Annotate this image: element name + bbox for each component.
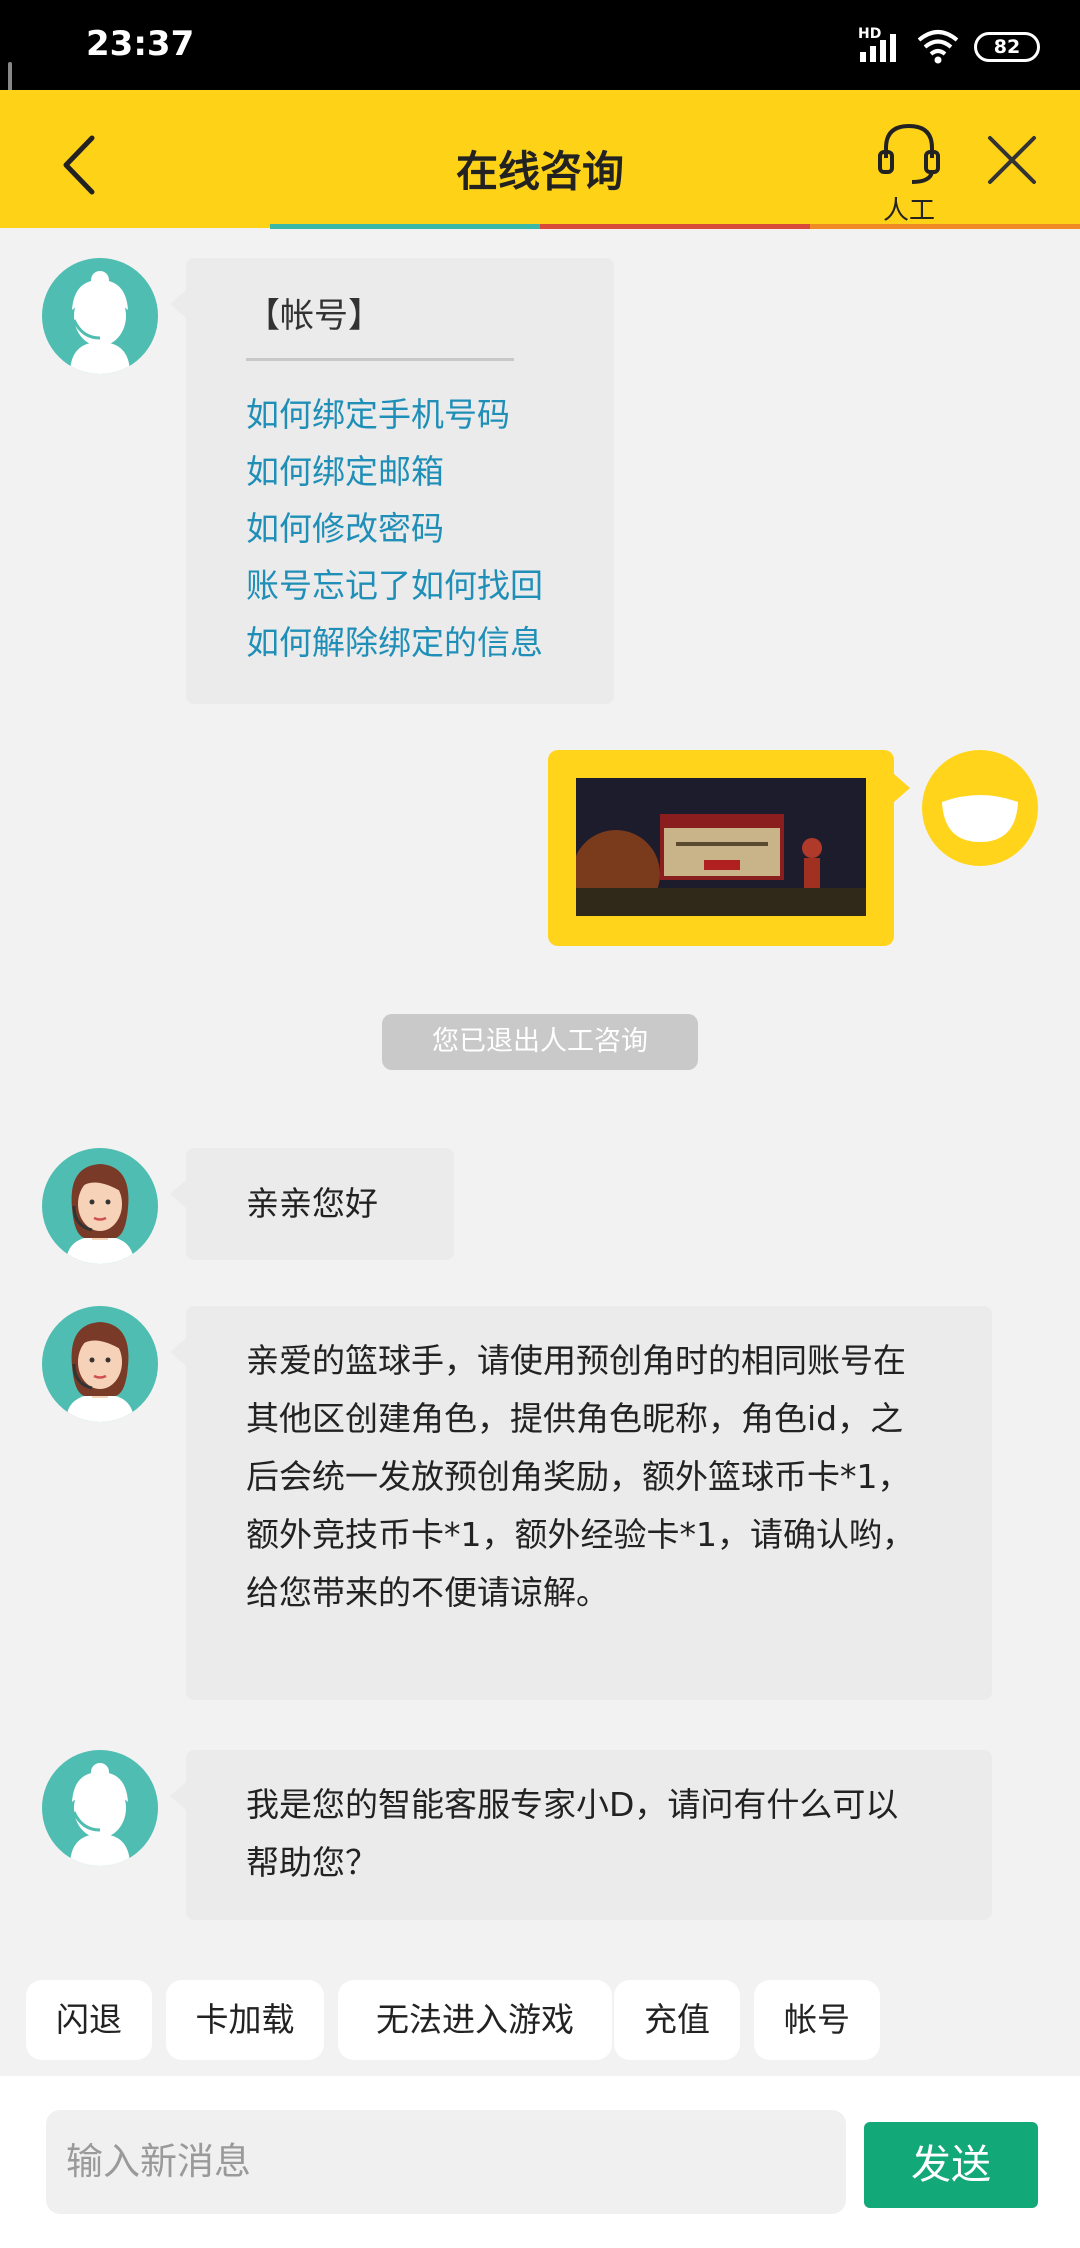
agent-message-bubble: 亲爱的篮球手，请使用预创角时的相同账号在其他区创建角色，提供角色昵称，角色id，… — [170, 1306, 992, 1700]
header-accent-teal — [270, 224, 540, 229]
faq-menu-bubble: 【帐号】 如何绑定手机号码 如何绑定邮箱 如何修改密码 账号忘记了如何找回 如何… — [170, 258, 614, 704]
human-agent-label: 人工 — [882, 196, 935, 226]
app-header: 在线咨询 人工 — [0, 90, 1080, 228]
bot-avatar — [42, 258, 158, 374]
quick-reply-chip[interactable]: 闪退 — [26, 1980, 152, 2060]
agent-message-text: 亲爱的篮球手，请使用预创角时的相同账号在其他区创建角色，提供角色昵称，角色id，… — [246, 1341, 915, 1612]
faq-link[interactable]: 如何绑定手机号码 — [246, 386, 543, 443]
bot-avatar — [42, 1750, 158, 1866]
message-composer: 输入新消息 发送 — [0, 2076, 1080, 2248]
faq-menu-heading: 【帐号】 — [246, 296, 382, 336]
wifi-icon — [917, 30, 959, 64]
faq-menu-divider — [246, 358, 514, 361]
human-agent-button[interactable]: 人工 — [872, 118, 946, 226]
quick-reply-chip[interactable]: 卡加载 — [166, 1980, 324, 2060]
faq-link[interactable]: 账号忘记了如何找回 — [246, 557, 543, 614]
agent-message-text: 亲亲您好 — [246, 1184, 378, 1223]
screenshot-thumbnail — [576, 778, 866, 916]
message-input[interactable]: 输入新消息 — [46, 2110, 846, 2214]
system-notice: 您已退出人工咨询 — [382, 1014, 698, 1070]
user-avatar — [922, 750, 1038, 866]
header-accent-orange — [810, 224, 1080, 229]
headset-icon — [878, 123, 940, 184]
quick-reply-chip[interactable]: 帐号 — [754, 1980, 880, 2060]
bot-message-bubble: 我是您的智能客服专家小D，请问有什么可以帮助您？ — [170, 1750, 992, 1920]
header-accent-red — [540, 224, 810, 229]
faq-link[interactable]: 如何修改密码 — [246, 500, 543, 557]
faq-link[interactable]: 如何绑定邮箱 — [246, 443, 543, 500]
signal-icon — [860, 34, 896, 62]
status-bar: 23:37 HD 82 — [0, 0, 1080, 90]
quick-reply-chip[interactable]: 充值 — [614, 1980, 740, 2060]
agent-avatar — [42, 1148, 158, 1264]
send-button[interactable]: 发送 — [864, 2122, 1038, 2208]
user-image-message[interactable] — [548, 750, 910, 946]
faq-link-list: 如何绑定手机号码 如何绑定邮箱 如何修改密码 账号忘记了如何找回 如何解除绑定的… — [246, 386, 543, 671]
close-icon[interactable] — [986, 134, 1038, 186]
battery-indicator: 82 — [974, 32, 1040, 62]
faq-link[interactable]: 如何解除绑定的信息 — [246, 614, 543, 671]
quick-reply-bar: 闪退 卡加载 无法进入游戏 充值 帐号 — [0, 1962, 1080, 2076]
quick-reply-chip[interactable]: 无法进入游戏 — [338, 1980, 612, 2060]
bot-message-text: 我是您的智能客服专家小D，请问有什么可以帮助您？ — [246, 1785, 899, 1882]
agent-avatar — [42, 1306, 158, 1422]
agent-message-bubble: 亲亲您好 — [170, 1148, 454, 1260]
status-time: 23:37 — [86, 24, 195, 64]
